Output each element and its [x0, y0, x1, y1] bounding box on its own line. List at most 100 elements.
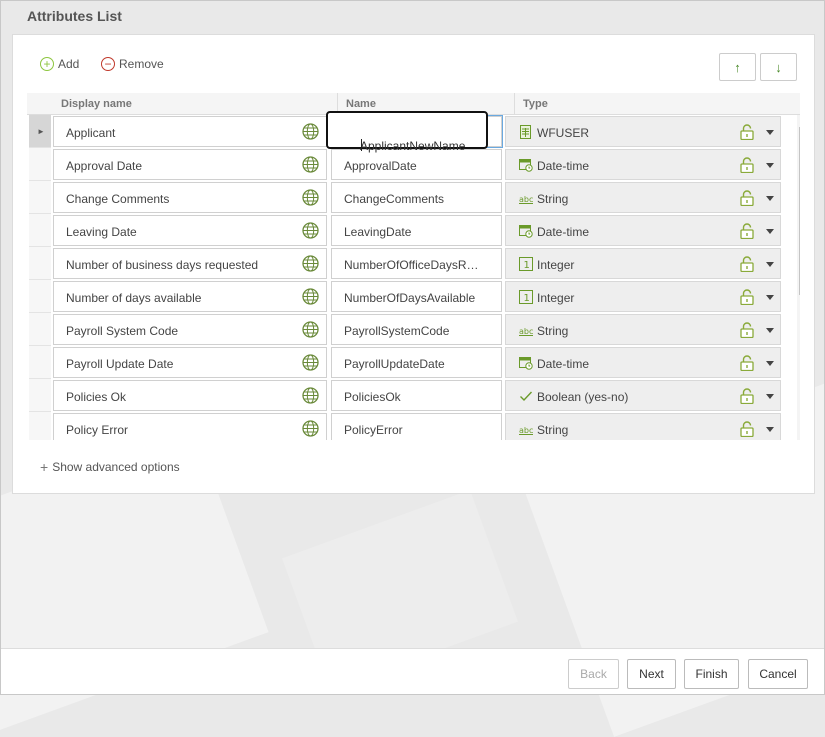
type-cell[interactable]: WFUSER — [505, 116, 781, 147]
name-cell[interactable]: PayrollSystemCode — [331, 314, 502, 345]
chevron-down-icon[interactable] — [766, 295, 774, 300]
display-name-cell[interactable]: Approval Date — [53, 149, 327, 180]
display-name-cell[interactable]: Leaving Date — [53, 215, 327, 246]
name-cell[interactable]: LeavingDate — [331, 215, 502, 246]
table-row[interactable]: Number of days available NumberOfDaysAvai… — [27, 280, 800, 313]
scroll-thumb[interactable] — [799, 127, 800, 295]
row-selector[interactable] — [29, 148, 51, 181]
lock-icon[interactable] — [740, 124, 754, 141]
table-row[interactable]: Leaving Date LeavingDate Date-time — [27, 214, 800, 247]
table-row[interactable]: Payroll Update Date PayrollUpdateDate Date… — [27, 346, 800, 379]
table-row[interactable]: Policies Ok PoliciesOk Boolean (yes-no) — [27, 379, 800, 412]
lock-icon[interactable] — [740, 421, 754, 438]
globe-icon[interactable] — [302, 354, 319, 371]
type-text: Date-time — [537, 357, 590, 371]
chevron-down-icon[interactable] — [766, 328, 774, 333]
display-name-cell[interactable]: Applicant — [53, 116, 327, 147]
display-name-cell[interactable]: Number of days available — [53, 281, 327, 312]
chevron-down-icon[interactable] — [766, 427, 774, 432]
name-cell[interactable]: ApprovalDate — [331, 149, 502, 180]
lock-icon[interactable] — [740, 355, 754, 372]
lock-icon[interactable] — [740, 289, 754, 306]
back-button[interactable]: Back — [568, 659, 619, 689]
globe-icon[interactable] — [302, 189, 319, 206]
column-header-display-name[interactable]: Display name — [61, 98, 132, 110]
display-name-cell[interactable]: Policies Ok — [53, 380, 327, 411]
lock-icon[interactable] — [740, 223, 754, 240]
lock-icon[interactable] — [740, 388, 754, 405]
type-cell[interactable]: 1 Integer — [505, 248, 781, 279]
row-selector[interactable] — [29, 379, 51, 412]
lock-icon[interactable] — [740, 190, 754, 207]
type-text: Date-time — [537, 159, 590, 173]
type-cell[interactable]: Date-time — [505, 215, 781, 246]
row-selector[interactable]: ► — [29, 115, 51, 148]
globe-icon[interactable] — [302, 222, 319, 239]
name-cell[interactable]: PolicyError — [331, 413, 502, 440]
row-selector[interactable] — [29, 313, 51, 346]
type-cell[interactable]: Date-time — [505, 149, 781, 180]
row-selector[interactable] — [29, 247, 51, 280]
type-cell[interactable]: Boolean (yes-no) — [505, 380, 781, 411]
name-edit-input[interactable]: ApplicantNewName — [326, 111, 488, 153]
chevron-down-icon[interactable] — [766, 130, 774, 135]
name-cell[interactable]: NumberOfOfficeDaysR… — [331, 248, 502, 279]
name-cell[interactable]: PayrollUpdateDate — [331, 347, 502, 378]
arrow-down-icon: ↓ — [775, 59, 782, 75]
name-cell[interactable]: NumberOfDaysAvailable — [331, 281, 502, 312]
show-advanced-options-link[interactable]: + Show advanced options — [40, 459, 180, 475]
globe-icon[interactable] — [302, 387, 319, 404]
type-cell[interactable]: abc String — [505, 314, 781, 345]
globe-icon[interactable] — [302, 156, 319, 173]
move-up-button[interactable]: ↑ — [719, 53, 756, 81]
lock-icon[interactable] — [740, 256, 754, 273]
next-button[interactable]: Next — [627, 659, 676, 689]
attributes-panel: + Add − Remove ↑ ↓ Display name Name Typ… — [12, 34, 815, 494]
text-cursor — [361, 139, 362, 151]
name-text: PoliciesOk — [344, 390, 401, 404]
column-header-name[interactable]: Name — [346, 98, 376, 110]
row-selector[interactable] — [29, 214, 51, 247]
cancel-button[interactable]: Cancel — [748, 659, 808, 689]
vertical-scrollbar[interactable] — [797, 115, 800, 440]
type-cell[interactable]: Date-time — [505, 347, 781, 378]
chevron-down-icon[interactable] — [766, 229, 774, 234]
name-cell[interactable]: PoliciesOk — [331, 380, 502, 411]
chevron-down-icon[interactable] — [766, 163, 774, 168]
finish-button[interactable]: Finish — [684, 659, 739, 689]
chevron-down-icon[interactable] — [766, 262, 774, 267]
chevron-down-icon[interactable] — [766, 361, 774, 366]
globe-icon[interactable] — [302, 288, 319, 305]
lock-icon[interactable] — [740, 157, 754, 174]
lock-icon[interactable] — [740, 322, 754, 339]
globe-icon[interactable] — [302, 255, 319, 272]
row-selector[interactable] — [29, 412, 51, 440]
row-selector[interactable] — [29, 280, 51, 313]
table-row[interactable]: Payroll System Code PayrollSystemCode abc S… — [27, 313, 800, 346]
globe-icon[interactable] — [302, 420, 319, 437]
chevron-down-icon[interactable] — [766, 394, 774, 399]
move-down-button[interactable]: ↓ — [760, 53, 797, 81]
table-row[interactable]: Policy Error PolicyError abc String — [27, 412, 800, 440]
display-name-cell[interactable]: Payroll System Code — [53, 314, 327, 345]
abc-icon: abc — [519, 323, 533, 337]
display-name-cell[interactable]: Change Comments — [53, 182, 327, 213]
row-selector[interactable] — [29, 181, 51, 214]
display-name-cell[interactable]: Number of business days requested — [53, 248, 327, 279]
add-button[interactable]: + Add — [40, 57, 79, 71]
type-cell[interactable]: abc String — [505, 182, 781, 213]
display-name-cell[interactable]: Policy Error — [53, 413, 327, 440]
remove-button[interactable]: − Remove — [101, 57, 164, 71]
chevron-down-icon[interactable] — [766, 196, 774, 201]
table-row[interactable]: Change Comments ChangeComments abc String — [27, 181, 800, 214]
globe-icon[interactable] — [302, 321, 319, 338]
name-cell[interactable]: ChangeComments — [331, 182, 502, 213]
type-cell[interactable]: 1 Integer — [505, 281, 781, 312]
type-cell[interactable]: abc String — [505, 413, 781, 440]
row-selector[interactable] — [29, 346, 51, 379]
table-row[interactable]: Number of business days requested NumberO… — [27, 247, 800, 280]
svg-text:abc: abc — [519, 426, 533, 435]
globe-icon[interactable] — [302, 123, 319, 140]
display-name-cell[interactable]: Payroll Update Date — [53, 347, 327, 378]
column-header-type[interactable]: Type — [523, 98, 548, 110]
